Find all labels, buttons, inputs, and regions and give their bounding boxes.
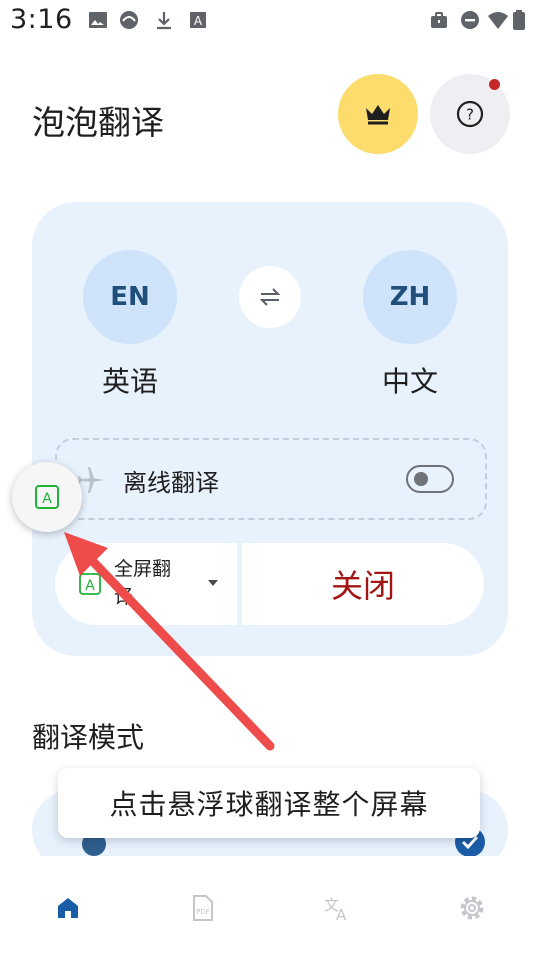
- crown-icon: [366, 105, 390, 125]
- download-icon: [157, 12, 171, 30]
- briefcase-icon: [431, 12, 447, 28]
- translate-icon: 文 A: [324, 896, 347, 922]
- nav-translate[interactable]: 文 A: [319, 890, 355, 926]
- status-time: 3:16: [10, 4, 73, 35]
- home-icon: [58, 898, 78, 918]
- target-language-button[interactable]: ZH: [363, 250, 457, 344]
- dnd-icon: [461, 11, 479, 29]
- floating-ball[interactable]: A: [12, 462, 82, 532]
- svg-text:A: A: [194, 14, 203, 28]
- vip-button[interactable]: [338, 74, 418, 154]
- settings-icon: [460, 896, 484, 920]
- a-box-icon: A: [190, 12, 206, 28]
- image-icon: [89, 12, 107, 28]
- help-icon: ?: [456, 100, 484, 128]
- pdf-icon: PDF: [193, 895, 213, 921]
- svg-text:A: A: [42, 491, 52, 507]
- pointer-arrow-icon: [64, 532, 275, 751]
- cast-icon: [120, 11, 138, 29]
- nav-settings[interactable]: [454, 890, 490, 926]
- svg-text:PDF: PDF: [196, 908, 210, 916]
- swap-button[interactable]: [239, 266, 301, 328]
- svg-text:?: ?: [466, 106, 474, 124]
- swap-icon: [259, 288, 281, 306]
- floating-a-icon: A: [35, 485, 59, 509]
- offline-toggle-knob: [414, 472, 428, 486]
- wifi-icon: [488, 12, 508, 29]
- nav-home[interactable]: [50, 890, 86, 926]
- target-language-label: 中文: [381, 365, 438, 398]
- notification-dot: [489, 79, 500, 90]
- battery-icon: [513, 10, 525, 30]
- tooltip: 点击悬浮球翻译整个屏幕: [58, 768, 480, 838]
- svg-text:A: A: [336, 906, 347, 922]
- app-title: 泡泡翻译: [32, 103, 164, 142]
- offline-translate-label: 离线翻译: [123, 469, 219, 497]
- source-language-label: 英语: [101, 365, 158, 398]
- nav-pdf[interactable]: PDF: [184, 890, 220, 926]
- source-language-button[interactable]: EN: [83, 250, 177, 344]
